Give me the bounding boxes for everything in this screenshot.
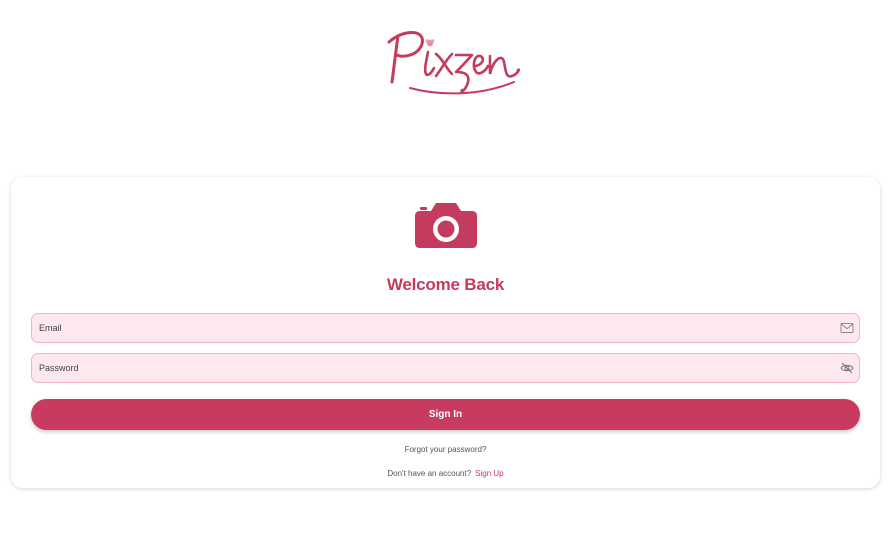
password-field-placeholder: Password	[39, 363, 79, 373]
email-field[interactable]: Email	[31, 313, 860, 343]
forgot-password-link[interactable]: Forgot your password?	[11, 445, 880, 454]
camera-icon	[414, 199, 478, 249]
eye-off-icon[interactable]	[840, 361, 854, 375]
email-field-placeholder: Email	[39, 323, 62, 333]
sign-in-button[interactable]: Sign In	[31, 399, 860, 430]
signup-row: Don't have an account? Sign Up	[11, 469, 880, 478]
signup-prompt: Don't have an account?	[387, 469, 472, 478]
login-card: Welcome Back Email Password Sign In Forg…	[11, 177, 880, 488]
pixzen-logo	[380, 22, 525, 102]
pixzen-logo-mark	[387, 31, 521, 95]
page-title: Welcome Back	[386, 275, 505, 294]
mail-icon	[840, 321, 854, 335]
password-field[interactable]: Password	[31, 353, 860, 383]
sign-up-link[interactable]: Sign Up	[475, 469, 503, 478]
